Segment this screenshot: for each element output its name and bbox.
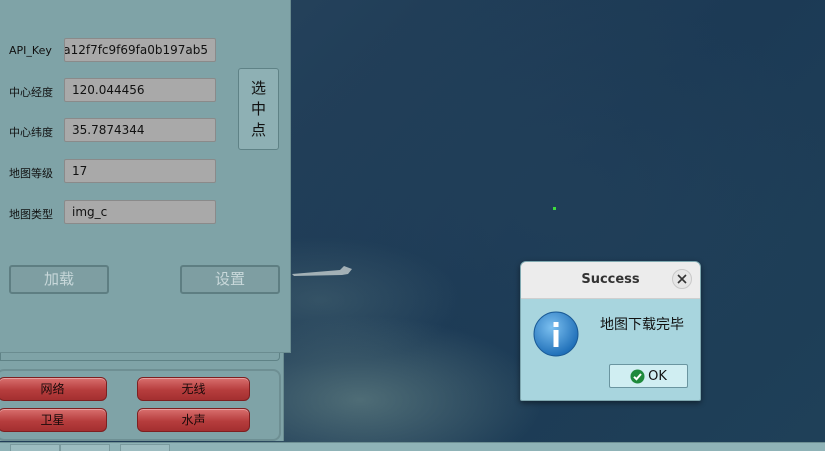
network-button[interactable]: 网络 xyxy=(0,377,107,401)
panel-divider xyxy=(0,353,280,361)
mode-panel: 网络 无线 卫星 水声 xyxy=(0,353,284,441)
center-lat-input[interactable]: 35.7874344 xyxy=(64,118,216,142)
satellite-button[interactable]: 卫星 xyxy=(0,408,107,432)
zoom-level-input[interactable]: 17 xyxy=(64,159,216,183)
dialog-close-button[interactable] xyxy=(672,269,692,289)
check-circle-icon xyxy=(630,369,645,384)
dialog-message: 地图下载完毕 xyxy=(600,317,684,333)
pick-center-char: 中 xyxy=(250,99,266,118)
map-settings-panel: API_Key a12f7fc9f69fa0b197ab5 中心经度 120.0… xyxy=(0,0,291,353)
success-dialog: Success 地图下载完毕 OK xyxy=(520,261,701,401)
ok-label: OK xyxy=(648,368,667,384)
acoustic-button[interactable]: 水声 xyxy=(137,408,250,432)
close-icon xyxy=(677,274,687,284)
zoom-level-label: 地图等级 xyxy=(9,167,53,180)
load-button[interactable]: 加载 xyxy=(9,265,109,294)
center-marker xyxy=(553,207,556,210)
map-type-label: 地图类型 xyxy=(9,208,53,221)
pier-shape xyxy=(292,266,352,276)
settings-button[interactable]: 设置 xyxy=(180,265,280,294)
center-lat-label: 中心纬度 xyxy=(9,126,53,139)
ok-button[interactable]: OK xyxy=(609,364,688,388)
info-icon xyxy=(533,311,579,357)
map-type-input[interactable]: img_c xyxy=(64,200,216,224)
pick-center-char: 点 xyxy=(250,120,266,139)
center-lon-label: 中心经度 xyxy=(9,86,53,99)
pick-center-button[interactable]: 选 中 点 xyxy=(238,68,279,150)
api-key-label: API_Key xyxy=(9,44,52,57)
wireless-button[interactable]: 无线 xyxy=(137,377,250,401)
center-lon-input[interactable]: 120.044456 xyxy=(64,78,216,102)
api-key-input[interactable]: a12f7fc9f69fa0b197ab5 xyxy=(64,38,216,62)
pick-center-char: 选 xyxy=(250,78,266,97)
